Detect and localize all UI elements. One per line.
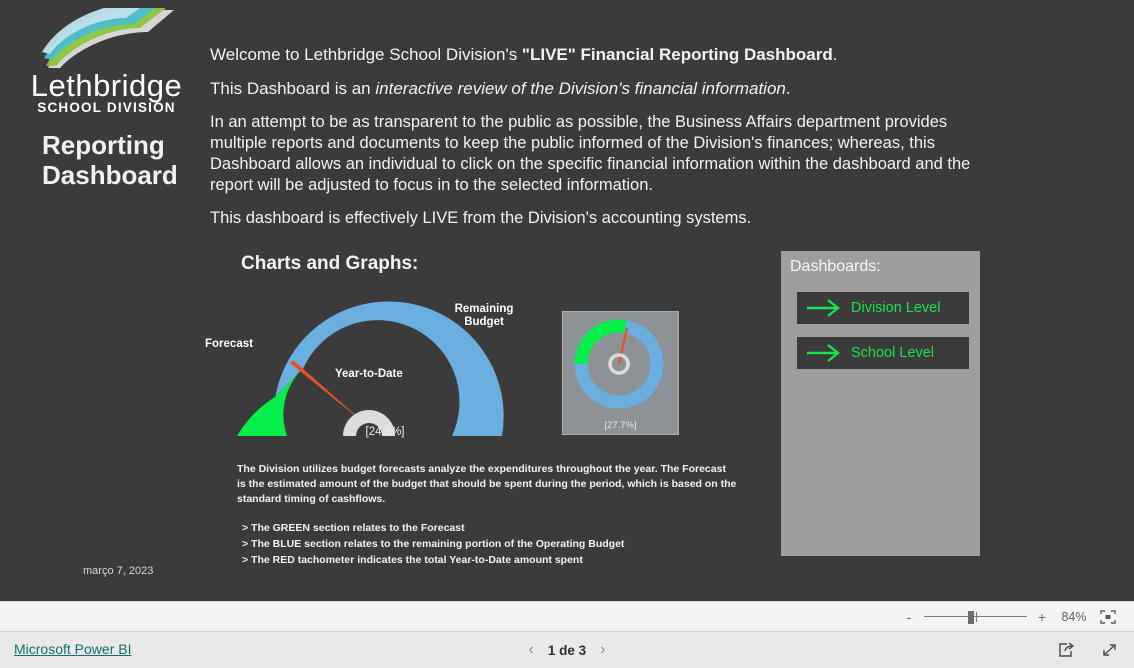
chevron-left-icon[interactable]: ‹ <box>529 641 534 659</box>
footer-icon-group <box>1058 632 1118 668</box>
gauge-value-label: [24.8%] <box>365 426 405 438</box>
page-navigation: ‹ 1 de 3 › <box>0 632 1134 668</box>
share-icon[interactable] <box>1058 642 1075 658</box>
intro-p2-italic: interactive review of the Division's fin… <box>375 78 786 98</box>
dashboard-button-label: Division Level <box>851 300 941 316</box>
fullscreen-icon[interactable] <box>1101 642 1118 658</box>
dashboard-button-division-level[interactable]: Division Level <box>797 292 969 324</box>
arrow-right-icon <box>797 298 851 318</box>
zoom-toolbar: - + 84% <box>0 601 1134 632</box>
page-title-line2: Dashboard <box>42 160 178 191</box>
logo-subtitle: SCHOOL DIVISION <box>37 100 176 115</box>
gauge-explanation-paragraph: The Division utilizes budget forecasts a… <box>237 463 737 505</box>
gauge-label-remaining-line2: Budget <box>464 315 504 328</box>
intro-paragraph-4: This dashboard is effectively LIVE from … <box>210 208 752 227</box>
charts-and-graphs-heading: Charts and Graphs: <box>241 253 419 274</box>
dashboard-button-label: School Level <box>851 345 935 361</box>
intro-paragraph-1: Welcome to Lethbridge School Division's … <box>210 44 980 66</box>
page-title: Reporting Dashboard <box>42 130 212 191</box>
intro-paragraph-3: In an attempt to be as transparent to th… <box>210 112 971 194</box>
gauge-explanation-bullet-blue: > The BLUE section relates to the remain… <box>242 537 625 550</box>
intro-paragraph-2: This Dashboard is an interactive review … <box>210 78 980 100</box>
zoom-slider[interactable] <box>924 610 1027 624</box>
brand-column: Lethbridge SCHOOL DIVISION Reporting Das… <box>0 0 200 601</box>
intro-p1-after: . <box>832 45 838 64</box>
zoom-controls: - + 84% <box>903 602 1116 632</box>
zoom-out-button[interactable]: - <box>903 609 915 625</box>
powerbi-report-viewer: Lethbridge SCHOOL DIVISION Reporting Das… <box>0 0 1134 668</box>
lethbridge-swoosh-logo-icon <box>40 2 190 70</box>
dashboards-panel: Dashboards: Division Level School Level <box>781 251 980 556</box>
zoom-in-button[interactable]: + <box>1036 609 1048 625</box>
report-canvas: Lethbridge SCHOOL DIVISION Reporting Das… <box>0 0 1134 601</box>
intro-p2-after: . <box>785 78 791 98</box>
arrow-right-icon <box>797 343 851 363</box>
mini-gauge-value-label: [27.7%] <box>604 420 637 431</box>
gauge-explanation-bullet-red: > The RED tachometer indicates the total… <box>242 553 583 566</box>
zoom-slider-thumb[interactable] <box>968 611 974 624</box>
budget-forecast-gauge[interactable]: Forecast Remaining Budget Year-to-Date [… <box>195 295 540 445</box>
report-footer: Microsoft Power BI ‹ 1 de 3 › <box>0 631 1134 668</box>
gauge-label-remaining-budget: Remaining Budget <box>449 303 519 329</box>
intro-text-block: Welcome to Lethbridge School Division's … <box>210 44 980 241</box>
gauge-label-forecast: Forecast <box>205 338 253 350</box>
intro-p2-before: This Dashboard is an <box>210 78 376 98</box>
mini-budget-gauge[interactable]: [27.7%] <box>562 311 679 435</box>
date-stamp: março 7, 2023 <box>83 565 154 577</box>
gauge-label-remaining-line1: Remaining <box>454 303 514 315</box>
page-indicator-label: 1 de 3 <box>547 642 587 658</box>
gauge-label-year-to-date: Year-to-Date <box>335 368 403 380</box>
fit-to-page-icon[interactable] <box>1100 610 1116 624</box>
intro-p1-before: Welcome to Lethbridge School Division's <box>210 45 522 64</box>
zoom-percent-label: 84% <box>1061 610 1087 624</box>
zoom-slider-tick <box>976 612 977 622</box>
page-title-line1: Reporting <box>42 130 165 160</box>
dashboards-panel-title: Dashboards: <box>790 258 881 275</box>
gauge-explanation-block: The Division utilizes budget forecasts a… <box>237 462 737 569</box>
gauge-explanation-bullet-green: > The GREEN section relates to the Forec… <box>242 521 465 534</box>
chevron-right-icon[interactable]: › <box>600 641 605 659</box>
gauge-explanation-bullets: > The GREEN section relates to the Forec… <box>237 521 737 569</box>
dashboard-button-school-level[interactable]: School Level <box>797 337 969 369</box>
mini-gauge-donut <box>574 319 664 409</box>
logo-wordmark: Lethbridge <box>30 68 183 103</box>
intro-p1-bold: "LIVE" Financial Reporting Dashboard <box>521 45 833 64</box>
